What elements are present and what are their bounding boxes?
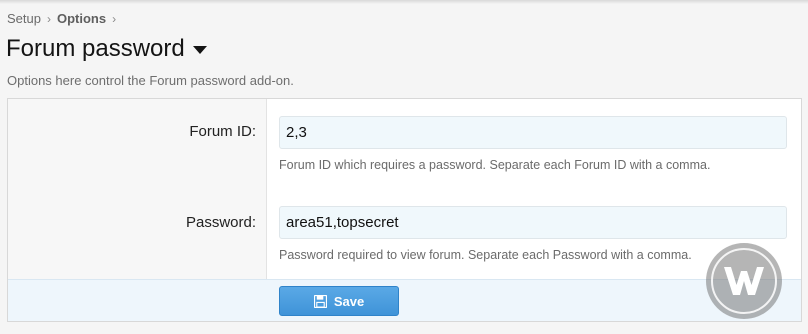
page-description: Options here control the Forum password …	[7, 73, 294, 88]
breadcrumb-item-setup[interactable]: Setup	[7, 11, 41, 26]
chevron-right-icon: ›	[46, 11, 51, 26]
forum-id-hint: Forum ID which requires a password. Sepa…	[279, 158, 711, 172]
form-footer: Save	[8, 279, 801, 321]
options-form: Forum ID: Password: Forum ID which requi…	[7, 98, 802, 322]
breadcrumb-item-options[interactable]: Options	[57, 11, 106, 26]
password-hint: Password required to view forum. Separat…	[279, 248, 692, 262]
page-title-text: Forum password	[6, 35, 185, 62]
w-logo-icon	[706, 243, 782, 319]
page-title[interactable]: Forum password	[6, 35, 207, 63]
save-button-label: Save	[333, 293, 365, 309]
save-button[interactable]: Save	[279, 286, 399, 316]
password-label: Password:	[185, 214, 256, 231]
caret-down-icon[interactable]	[192, 46, 207, 54]
top-shadow	[0, 0, 808, 4]
breadcrumb: Setup › Options ›	[7, 11, 122, 26]
forum-id-label: Forum ID:	[189, 123, 256, 140]
label-column: Forum ID: Password:	[8, 99, 267, 279]
floppy-disk-icon	[313, 294, 327, 308]
forum-id-input[interactable]	[279, 116, 787, 149]
password-input[interactable]	[279, 206, 787, 239]
chevron-right-icon: ›	[112, 11, 117, 26]
